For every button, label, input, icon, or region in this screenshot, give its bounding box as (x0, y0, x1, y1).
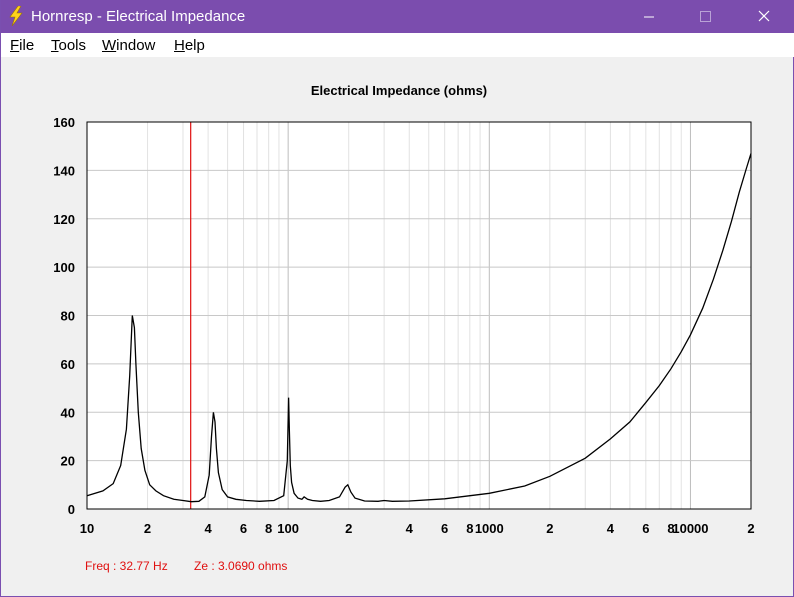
maximize-button[interactable] (682, 0, 728, 33)
window-title: Hornresp - Electrical Impedance (31, 8, 246, 25)
x-tick-label: 2 (546, 521, 553, 536)
x-tick-label: 8 (466, 521, 473, 536)
y-tick-label: 0 (68, 502, 75, 517)
x-tick-label: 10000 (672, 521, 708, 536)
menu-bar: File Tools Window Help (1, 33, 794, 57)
menu-tools[interactable]: Tools (51, 37, 86, 54)
app-window: Hornresp - Electrical Impedance File Too… (0, 0, 794, 597)
minimize-button[interactable] (626, 0, 672, 33)
title-bar[interactable]: Hornresp - Electrical Impedance (1, 0, 794, 33)
y-tick-label: 40 (61, 405, 75, 420)
close-icon (758, 10, 770, 22)
x-tick-label: 4 (607, 521, 615, 536)
frequency-readout: Freq : 32.77 Hz (85, 559, 168, 573)
y-tick-label: 140 (53, 163, 75, 178)
x-tick-label: 8 (265, 521, 272, 536)
x-tick-label: 100 (277, 521, 299, 536)
impedance-readout: Ze : 3.0690 ohms (194, 559, 288, 573)
maximize-icon (700, 11, 711, 22)
x-tick-label: 6 (642, 521, 649, 536)
x-tick-label: 4 (406, 521, 414, 536)
x-tick-label: 2 (144, 521, 151, 536)
y-tick-label: 100 (53, 260, 75, 275)
x-tick-label: 10 (80, 521, 94, 536)
menu-file[interactable]: File (10, 37, 34, 54)
x-tick-label: 4 (204, 521, 212, 536)
y-tick-label: 60 (61, 357, 75, 372)
impedance-chart[interactable]: 02040608010012014016010 2 4 6 8 100 2 4 6 8 1000 2 4… (1, 57, 793, 547)
x-tick-label: 6 (441, 521, 448, 536)
y-tick-label: 20 (61, 454, 75, 469)
close-button[interactable] (741, 0, 787, 33)
y-tick-label: 160 (53, 115, 75, 130)
menu-window[interactable]: Window (102, 37, 155, 54)
minimize-icon (644, 16, 654, 18)
x-tick-label: 6 (240, 521, 247, 536)
y-tick-label: 120 (53, 212, 75, 227)
x-tick-label: 2 (345, 521, 352, 536)
y-tick-label: 80 (61, 309, 75, 324)
x-tick-label: 1000 (475, 521, 504, 536)
x-tick-label: 2 (747, 521, 754, 536)
menu-help[interactable]: Help (174, 37, 205, 54)
lightning-bolt-icon (9, 6, 23, 26)
chart-title: Electrical Impedance (ohms) (311, 83, 487, 98)
